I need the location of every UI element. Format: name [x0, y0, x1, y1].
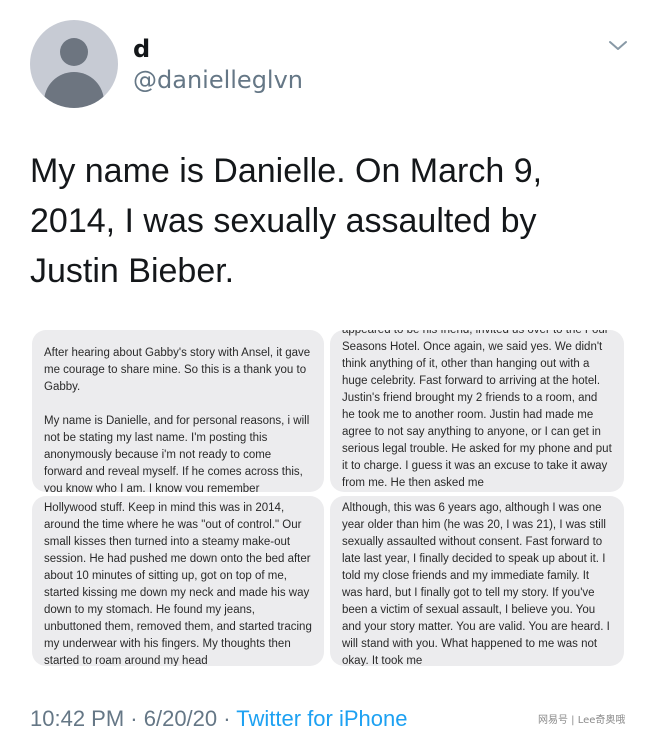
separator-dot: ·	[124, 706, 144, 731]
attachment-image-panel-1[interactable]: After hearing about Gabby's story with A…	[32, 330, 324, 492]
watermark: 网易号 | Lee奇奥哦	[538, 715, 626, 726]
chevron-down-icon[interactable]	[606, 36, 630, 56]
user-handle[interactable]: @danielleglvn	[133, 66, 303, 94]
default-profile-icon	[60, 38, 88, 66]
panel-2-text: appeared to be his friend, invited us ov…	[342, 330, 612, 489]
attachment-image-panel-4[interactable]: Although, this was 6 years ago, although…	[330, 496, 624, 666]
tweet-time[interactable]: 10:42 PM	[30, 706, 124, 731]
panel-4-text: Although, this was 6 years ago, although…	[342, 502, 610, 666]
panel-1-paragraph-1: After hearing about Gabby's story with A…	[44, 347, 311, 393]
attachment-image-panel-3[interactable]: Hollywood stuff. Keep in mind this was i…	[32, 496, 324, 666]
panel-3-text: Hollywood stuff. Keep in mind this was i…	[44, 502, 312, 666]
default-profile-body	[44, 72, 104, 108]
separator-dot: ·	[217, 706, 237, 731]
attachment-image-panel-2[interactable]: appeared to be his friend, invited us ov…	[330, 330, 624, 492]
panel-1-paragraph-2: My name is Danielle, and for personal re…	[44, 415, 310, 492]
display-name[interactable]: d	[133, 35, 150, 63]
tweet-source-link[interactable]: Twitter for iPhone	[236, 706, 407, 731]
tweet-metadata: 10:42 PM · 6/20/20 · Twitter for iPhone	[30, 706, 407, 732]
tweet-date[interactable]: 6/20/20	[144, 706, 217, 731]
tweet-text: My name is Danielle. On March 9, 2014, I…	[30, 152, 543, 290]
avatar[interactable]	[30, 20, 118, 108]
